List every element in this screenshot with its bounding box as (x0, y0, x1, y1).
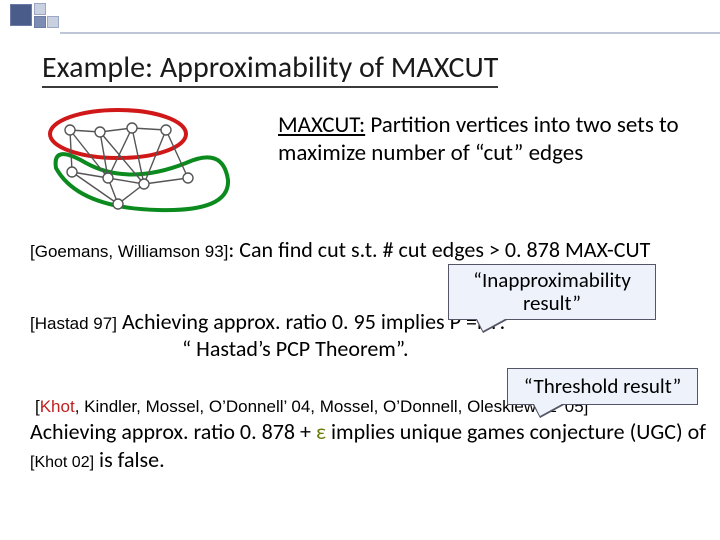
khot-text-tail: is false. (99, 446, 165, 473)
slide: Example: Approximability of MAXCUT MAXCU… (0, 0, 720, 540)
hastad-citation: [Hastad 97] (30, 314, 117, 333)
khot02-citation: [Khot 02] (30, 454, 94, 471)
slide-title: Example: Approximability of MAXCUT (42, 52, 498, 88)
hastad-text-2: “ Hastad’s PCP Theorem”. (182, 335, 409, 362)
khot-text-pre: Achieving approx. ratio 0. 878 + (30, 418, 311, 445)
khot-citation: [Khot, Kindler, Mossel, O’Donnell’ 04, M… (35, 397, 588, 416)
khot-eps: ε (316, 418, 331, 445)
inapproximability-callout: “Inapproximability result” (448, 264, 656, 320)
title-rule (60, 32, 720, 34)
maxcut-graph-figure (48, 108, 238, 216)
definition-term: MAXCUT: (278, 111, 365, 139)
gw-citation: [Goemans, Williamson 93] (30, 242, 228, 261)
khot-text-post: implies unique games conjecture (UGC) of (331, 418, 706, 445)
corner-decoration (0, 0, 64, 40)
threshold-callout: “Threshold result” (507, 368, 698, 405)
gw-text: : Can find cut s.t. # cut edges > 0. 878… (228, 236, 650, 263)
maxcut-definition: MAXCUT: Partition vertices into two sets… (278, 112, 698, 167)
gw-result: [Goemans, Williamson 93]: Can find cut s… (30, 236, 710, 264)
